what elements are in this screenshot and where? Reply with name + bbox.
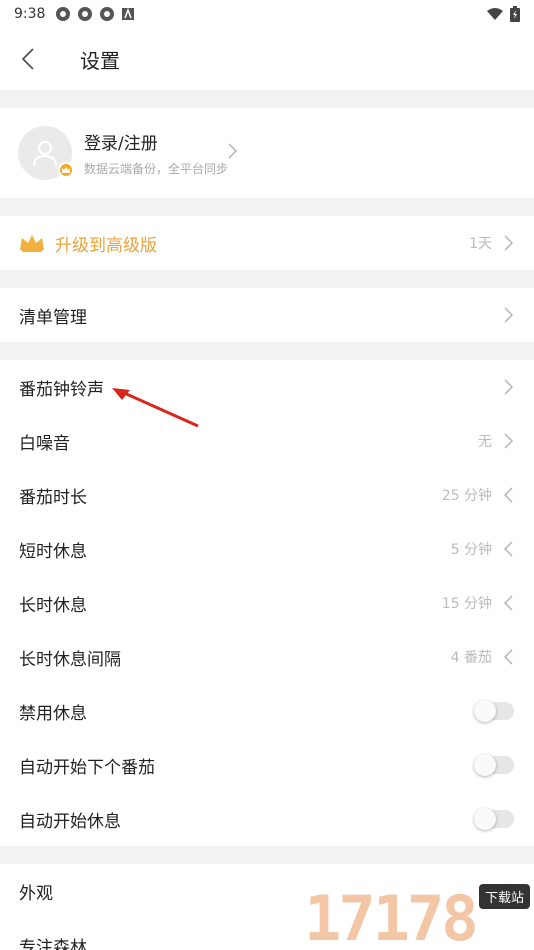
back-button[interactable]: [0, 28, 56, 90]
status-time: 9:38: [14, 6, 46, 22]
user-icon: [33, 141, 57, 167]
auto-start-break-toggle[interactable]: [474, 808, 514, 830]
short-break-row[interactable]: 短时休息 5 分钟: [0, 522, 534, 576]
app-notification-icon: [78, 7, 93, 21]
premium-days-value: 1天: [469, 236, 492, 252]
status-bar: 9:38: [0, 0, 534, 28]
avatar: [18, 126, 74, 180]
setting-label: 长时休息: [19, 595, 87, 616]
chevron-right-icon: [502, 235, 514, 251]
setting-label: 专注森林: [19, 937, 87, 950]
setting-value: 25 分钟: [441, 488, 492, 504]
setting-label: 番茄钟铃声: [19, 379, 104, 400]
setting-label: 番茄时长: [19, 487, 87, 508]
login-register-row[interactable]: 登录/注册 数据云端备份，全平台同步: [0, 108, 534, 198]
setting-value: 无: [478, 434, 492, 450]
chevron-left-icon: [502, 541, 514, 557]
setting-label: 禁用休息: [19, 703, 87, 724]
setting-value: 4 番茄: [450, 650, 492, 666]
watermark-logo: 17178 下载站: [304, 880, 534, 950]
pomodoro-duration-row[interactable]: 番茄时长 25 分钟: [0, 468, 534, 522]
list-management-label: 清单管理: [19, 307, 87, 328]
app-bar: 设置: [0, 28, 534, 90]
setting-label: 自动开始下个番茄: [19, 757, 155, 778]
auto-start-break-row: 自动开始休息: [0, 792, 534, 846]
chevron-left-icon: [502, 595, 514, 611]
long-break-interval-row[interactable]: 长时休息间隔 4 番茄: [0, 630, 534, 684]
wifi-icon: [487, 8, 503, 20]
profile-subtitle: 数据云端备份，全平台同步: [84, 162, 229, 176]
chevron-left-icon: [22, 48, 34, 70]
disable-break-row: 禁用休息: [0, 684, 534, 738]
chevron-right-icon: [502, 307, 514, 323]
battery-icon: [510, 6, 520, 22]
chevron-right-icon: [502, 379, 514, 395]
setting-label: 白噪音: [19, 433, 70, 454]
timer-settings-section: 番茄钟铃声 白噪音 无 番茄时长 25 分钟 短时休息 5 分钟 长时休息 15…: [0, 360, 534, 846]
upgrade-label: 升级到高级版: [55, 235, 157, 256]
crown-badge-icon: [58, 162, 74, 178]
app-notification-icon: [56, 7, 71, 21]
disable-break-toggle[interactable]: [474, 700, 514, 722]
list-management-row[interactable]: 清单管理: [0, 288, 534, 342]
watermark-tag: 下载站: [478, 884, 530, 909]
profile-title: 登录/注册: [84, 134, 158, 154]
upgrade-premium-row[interactable]: 升级到高级版 1天: [0, 216, 534, 270]
profile-section: 登录/注册 数据云端备份，全平台同步: [0, 108, 534, 198]
auto-start-next-pomodoro-row: 自动开始下个番茄: [0, 738, 534, 792]
crown-icon: [20, 235, 44, 252]
setting-label: 长时休息间隔: [19, 649, 121, 670]
app-notification-icon: [122, 7, 135, 20]
setting-label: 自动开始休息: [19, 811, 121, 832]
page-title: 设置: [80, 48, 120, 73]
long-break-row[interactable]: 长时休息 15 分钟: [0, 576, 534, 630]
setting-label: 短时休息: [19, 541, 87, 562]
chevron-right-icon: [502, 433, 514, 449]
chevron-left-icon: [502, 487, 514, 503]
app-notification-icon: [100, 7, 115, 21]
pomodoro-ringtone-row[interactable]: 番茄钟铃声: [0, 360, 534, 414]
auto-start-next-pomodoro-toggle[interactable]: [474, 754, 514, 776]
white-noise-row[interactable]: 白噪音 无: [0, 414, 534, 468]
setting-value: 5 分钟: [450, 542, 492, 558]
chevron-right-icon: [228, 143, 238, 163]
watermark-digits: 17178: [304, 882, 479, 950]
setting-label: 外观: [19, 883, 53, 904]
chevron-left-icon: [502, 649, 514, 665]
setting-value: 15 分钟: [441, 596, 492, 612]
